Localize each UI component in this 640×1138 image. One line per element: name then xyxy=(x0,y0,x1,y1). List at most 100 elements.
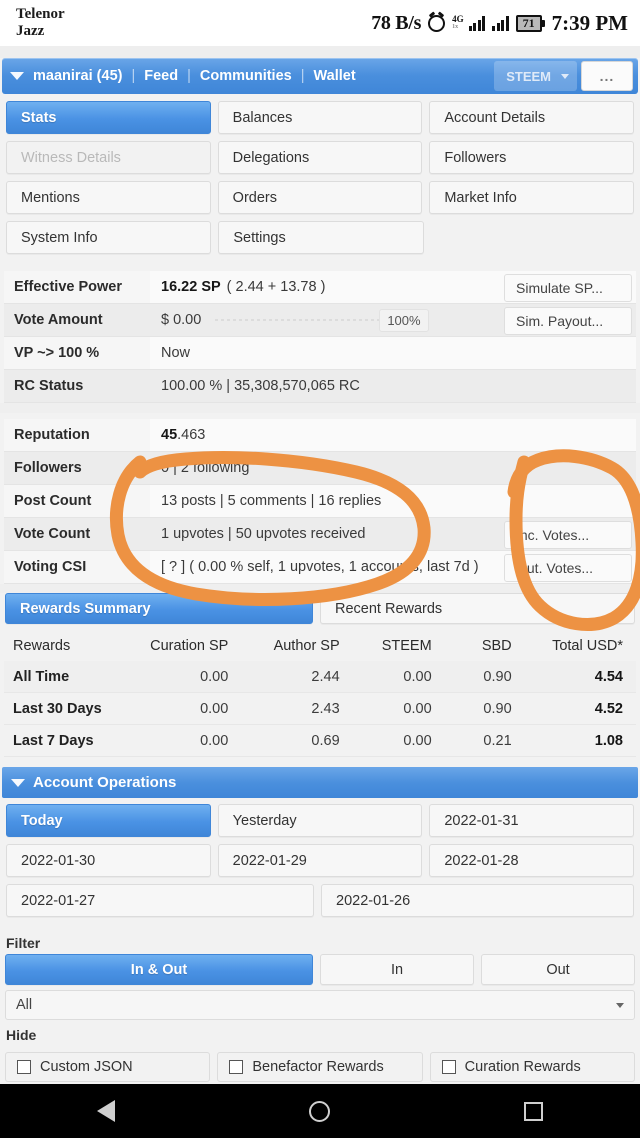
back-triangle-icon[interactable] xyxy=(97,1100,115,1122)
effective-power-detail: ( 2.44 + 13.78 ) xyxy=(226,279,326,295)
hide-options-row: Custom JSON Benefactor Rewards Curation … xyxy=(0,1046,640,1082)
table-row: Last 7 Days 0.00 0.69 0.00 0.21 1.08 xyxy=(4,725,636,757)
top-spacer xyxy=(0,46,640,58)
stats-row-vp-recovery: VP ~> 100 % Now xyxy=(4,337,636,370)
incoming-votes-button[interactable]: Inc. Votes... xyxy=(504,521,632,549)
checkbox-icon[interactable] xyxy=(229,1060,244,1074)
date-tab-today[interactable]: Today xyxy=(6,804,211,837)
row-value: 0 | 2 following xyxy=(150,452,636,485)
token-selector-label: STEEM xyxy=(506,68,551,84)
tab-stats[interactable]: Stats xyxy=(6,101,211,134)
tab-followers[interactable]: Followers xyxy=(429,141,635,174)
rewards-table-header: Rewards Curation SP Author SP STEEM SBD … xyxy=(4,630,636,661)
tab-market-info[interactable]: Market Info xyxy=(429,181,635,214)
operation-type-select[interactable]: All xyxy=(5,990,635,1020)
tab-rewards-summary[interactable]: Rewards Summary xyxy=(5,593,313,624)
row-label: Post Count xyxy=(4,485,150,518)
col-header-sbd: SBD xyxy=(481,637,512,654)
tab-mentions[interactable]: Mentions xyxy=(6,181,211,214)
username-link[interactable]: maanirai (45) xyxy=(33,68,122,84)
stats-row-followers: Followers 0 | 2 following xyxy=(4,452,636,485)
account-operations-header[interactable]: Account Operations xyxy=(2,767,638,798)
date-tab-2022-01-27[interactable]: 2022-01-27 xyxy=(6,884,314,917)
hide-curation-rewards[interactable]: Curation Rewards xyxy=(429,1052,635,1082)
filter-in[interactable]: In xyxy=(320,954,474,985)
row-value: 45 .463 xyxy=(150,419,636,452)
cell-curation-sp: 0.00 xyxy=(200,732,229,749)
cell-steem: 0.00 xyxy=(403,700,432,717)
col-header-total-usd: Total USD* xyxy=(552,637,623,654)
home-circle-icon[interactable] xyxy=(309,1100,330,1122)
row-value: 13 posts | 5 comments | 16 replies xyxy=(150,485,636,518)
account-operations-title: Account Operations xyxy=(33,774,177,791)
row-label: Vote Count xyxy=(4,518,150,551)
recents-square-icon[interactable] xyxy=(524,1101,543,1121)
signal-bars-icon-2 xyxy=(492,15,509,31)
chevron-down-icon xyxy=(616,1002,624,1008)
date-tab-2022-01-28[interactable]: 2022-01-28 xyxy=(429,844,635,877)
sim-payout-container: Sim. Payout... xyxy=(504,307,632,335)
separator-3: | xyxy=(300,68,305,84)
tab-row-1: Witness Details Delegations Followers xyxy=(6,141,635,174)
date-tab-2022-01-31[interactable]: 2022-01-31 xyxy=(429,804,635,837)
reputation-whole: 45 xyxy=(161,427,178,443)
cell-author-sp: 2.44 xyxy=(241,661,353,692)
date-tab-2022-01-30[interactable]: 2022-01-30 xyxy=(6,844,211,877)
direction-filter-row: In & Out In Out xyxy=(0,954,640,985)
nav-link-wallet[interactable]: Wallet xyxy=(314,68,356,84)
carrier-line-2: Jazz xyxy=(16,23,45,39)
chevron-down-icon[interactable] xyxy=(10,72,24,80)
date-tab-2022-01-29[interactable]: 2022-01-29 xyxy=(217,844,423,877)
col-header-rewards: Rewards xyxy=(13,637,71,654)
progress-percent-label: 100% xyxy=(379,308,429,332)
checkbox-icon[interactable] xyxy=(441,1060,456,1074)
tab-orders[interactable]: Orders xyxy=(217,181,423,214)
hide-custom-json[interactable]: Custom JSON xyxy=(5,1052,211,1082)
tab-system-info[interactable]: System Info xyxy=(6,221,212,254)
separator-2: | xyxy=(187,68,191,84)
date-tab-grid: Today Yesterday 2022-01-31 2022-01-30 20… xyxy=(0,798,640,928)
tab-delegations[interactable]: Delegations xyxy=(217,141,423,174)
cell-author-sp: 0.69 xyxy=(311,732,340,749)
col-header-steem: STEEM xyxy=(381,637,432,654)
filter-in-and-out[interactable]: In & Out xyxy=(5,954,313,985)
date-tab-2022-01-26[interactable]: 2022-01-26 xyxy=(321,884,634,917)
section-tab-grid: Stats Balances Account Details Witness D… xyxy=(0,94,640,265)
tab-witness-details: Witness Details xyxy=(6,141,211,174)
stats-row-vote-count: Vote Count 1 upvotes | 50 upvotes receiv… xyxy=(4,518,636,551)
nav-link-feed[interactable]: Feed xyxy=(144,68,178,84)
outgoing-votes-button[interactable]: Out. Votes... xyxy=(504,554,632,582)
more-options-button[interactable]: ... xyxy=(581,61,633,91)
date-tab-row-0: Today Yesterday 2022-01-31 xyxy=(6,804,635,837)
rewards-section-divider xyxy=(0,584,640,593)
row-label: Voting CSI xyxy=(4,551,150,584)
checkbox-icon[interactable] xyxy=(17,1060,31,1074)
date-tab-yesterday[interactable]: Yesterday xyxy=(217,804,423,837)
cell-curation-sp: 0.00 xyxy=(130,661,242,692)
sim-payout-button[interactable]: Sim. Payout... xyxy=(504,307,632,335)
nav-link-communities[interactable]: Communities xyxy=(200,68,292,84)
tab-settings[interactable]: Settings xyxy=(218,221,424,254)
cell-steem: 0.00 xyxy=(352,661,445,692)
row-label: Followers xyxy=(4,452,150,485)
simulate-sp-button[interactable]: Simulate SP... xyxy=(504,274,632,302)
cell-author-sp: 2.43 xyxy=(311,700,340,717)
chevron-down-icon xyxy=(561,73,569,79)
hide-option-label: Curation Rewards xyxy=(464,1059,581,1075)
clock-label: 7:39 PM xyxy=(551,10,628,35)
tab-row-3: System Info Settings xyxy=(6,221,634,254)
filter-out[interactable]: Out xyxy=(481,954,635,985)
reputation-decimal: .463 xyxy=(177,427,206,443)
hide-benefactor-rewards[interactable]: Benefactor Rewards xyxy=(217,1052,423,1082)
app-content: maanirai (45) | Feed | Communities | Wal… xyxy=(0,46,640,1084)
row-label: Vote Amount xyxy=(4,304,150,337)
date-tab-row-1: 2022-01-30 2022-01-29 2022-01-28 xyxy=(6,844,635,877)
stats-table-secondary: Reputation 45 .463 Followers 0 | 2 follo… xyxy=(4,419,636,584)
tab-recent-rewards[interactable]: Recent Rewards xyxy=(320,593,635,624)
tab-account-details[interactable]: Account Details xyxy=(429,101,635,134)
stats-row-reputation: Reputation 45 .463 xyxy=(4,419,636,452)
token-selector[interactable]: STEEM xyxy=(494,61,577,91)
simulate-sp-container: Simulate SP... xyxy=(504,274,632,302)
signal-bars-icon-1 xyxy=(468,15,486,31)
tab-balances[interactable]: Balances xyxy=(217,101,423,134)
